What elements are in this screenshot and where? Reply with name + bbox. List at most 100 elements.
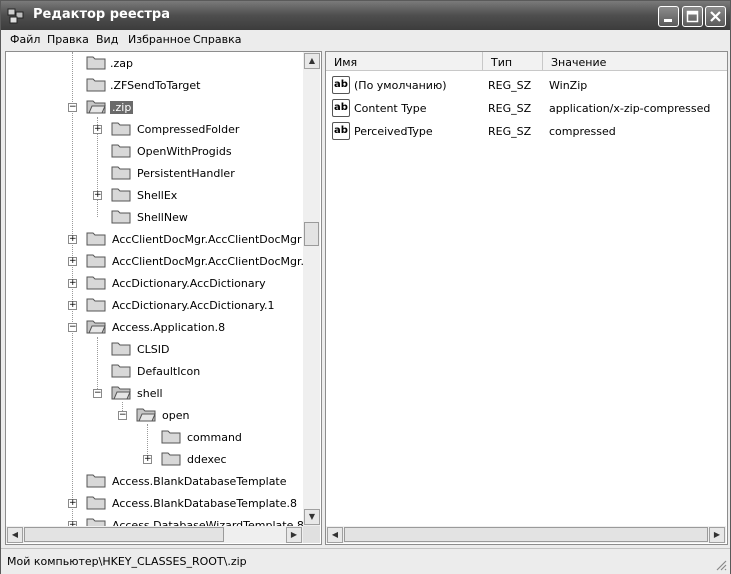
close-icon <box>710 11 721 22</box>
string-value-icon: ab <box>332 122 350 140</box>
folder-icon <box>111 144 131 158</box>
tree-node-label: Access.Application.8 <box>112 321 226 334</box>
resize-grip-icon[interactable] <box>715 559 727 571</box>
value-type: REG_SZ <box>488 125 532 138</box>
column-header-type[interactable]: Тип <box>483 52 543 71</box>
minimize-icon <box>664 19 672 22</box>
scroll-thumb[interactable] <box>304 222 319 246</box>
folder-icon <box>86 276 106 290</box>
folder-icon <box>111 122 131 136</box>
maximize-button[interactable] <box>682 6 703 27</box>
scroll-down-button[interactable]: ▼ <box>304 509 320 525</box>
folder-icon <box>111 364 131 378</box>
open-folder-icon <box>111 386 131 400</box>
menu-edit[interactable]: Правка <box>47 33 89 46</box>
menu-favorites[interactable]: Избранное <box>128 33 190 46</box>
scroll-up-button[interactable]: ▲ <box>304 53 320 69</box>
close-button[interactable] <box>705 6 726 27</box>
folder-icon <box>86 56 106 70</box>
tree-node-label: PersistentHandler <box>137 167 235 180</box>
tree-node-label: .ZFSendToTarget <box>110 79 201 92</box>
value-row[interactable]: ab (По умолчанию) REG_SZ WinZip <box>326 75 726 97</box>
string-value-icon: ab <box>332 76 350 94</box>
value-data: compressed <box>549 125 616 138</box>
values-list[interactable]: Имя Тип Значение ab (По умолчанию) REG_S… <box>325 51 728 545</box>
minimize-button[interactable] <box>658 6 679 27</box>
expand-toggle[interactable]: + <box>68 235 77 244</box>
tree-node-label: ShellEx <box>137 189 178 202</box>
expand-toggle[interactable]: + <box>68 499 77 508</box>
scroll-right-button[interactable]: ▶ <box>286 527 302 543</box>
scroll-thumb[interactable] <box>24 527 224 542</box>
tree-node-label: shell <box>137 387 163 400</box>
open-folder-icon <box>86 100 106 114</box>
column-header-value[interactable]: Значение <box>543 52 727 71</box>
scroll-left-button[interactable]: ◀ <box>327 527 343 543</box>
collapse-toggle[interactable]: − <box>118 411 127 420</box>
scroll-left-button[interactable]: ◀ <box>7 527 23 543</box>
folder-icon <box>86 232 106 246</box>
title-bar[interactable]: Редактор реестра <box>1 1 730 30</box>
tree-horizontal-scrollbar[interactable]: ◀ ▶ <box>6 526 303 543</box>
folder-icon <box>86 496 106 510</box>
scroll-thumb[interactable] <box>344 527 708 542</box>
tree-node-label: DefaultIcon <box>137 365 201 378</box>
string-value-icon: ab <box>332 99 350 117</box>
tree-node-label: CLSID <box>137 343 170 356</box>
menu-bar: Файл Правка Вид Избранное Справка <box>1 31 730 49</box>
value-row[interactable]: ab PerceivedType REG_SZ compressed <box>326 121 726 143</box>
tree-node-label: CompressedFolder <box>137 123 240 136</box>
open-folder-icon <box>136 408 156 422</box>
column-header-name[interactable]: Имя <box>326 52 483 71</box>
tree-node-label: .zap <box>110 57 133 70</box>
open-folder-icon <box>86 320 106 334</box>
folder-icon <box>111 188 131 202</box>
value-name: Content Type <box>354 102 427 115</box>
scroll-right-button[interactable]: ▶ <box>709 527 725 543</box>
value-data: application/x-zip-compressed <box>549 102 711 115</box>
window-title: Редактор реестра <box>33 7 170 22</box>
tree-node-label: ShellNew <box>137 211 188 224</box>
menu-help[interactable]: Справка <box>193 33 241 46</box>
collapse-toggle[interactable]: − <box>93 389 102 398</box>
menu-view[interactable]: Вид <box>96 33 118 46</box>
tree-guide-line <box>72 52 73 526</box>
registry-tree[interactable]: .zap .ZFSendToTarget − .zip + Compressed… <box>5 51 322 545</box>
tree-vertical-scrollbar[interactable]: ▲ ▼ <box>303 52 320 526</box>
tree-node-label: open <box>162 409 190 422</box>
tree-node-label: .zip <box>110 101 134 114</box>
collapse-toggle[interactable]: − <box>68 323 77 332</box>
folder-icon <box>86 78 106 92</box>
tree-node-label: command <box>187 431 242 444</box>
status-bar: Мой компьютер\HKEY_CLASSES_ROOT\.zip <box>1 548 730 574</box>
folder-icon <box>86 474 106 488</box>
folder-icon <box>86 254 106 268</box>
expand-toggle[interactable]: + <box>68 279 77 288</box>
regedit-window: Редактор реестра Файл Правка Вид Избранн… <box>0 0 731 574</box>
value-type: REG_SZ <box>488 102 532 115</box>
folder-icon <box>111 342 131 356</box>
registry-editor-icon <box>7 8 24 24</box>
expand-toggle[interactable]: + <box>93 125 102 134</box>
tree-node-label: AccDictionary.AccDictionary <box>112 277 266 290</box>
tree-node-label: AccClientDocMgr.AccClientDocMgr.1 <box>112 255 312 268</box>
value-type: REG_SZ <box>488 79 532 92</box>
status-path: Мой компьютер\HKEY_CLASSES_ROOT\.zip <box>7 555 247 568</box>
expand-toggle[interactable]: + <box>143 455 152 464</box>
value-row[interactable]: ab Content Type REG_SZ application/x-zip… <box>326 98 726 120</box>
expand-toggle[interactable]: + <box>68 301 77 310</box>
folder-icon <box>111 166 131 180</box>
collapse-toggle[interactable]: − <box>68 103 77 112</box>
scroll-corner <box>303 526 320 543</box>
menu-file[interactable]: Файл <box>10 33 40 46</box>
expand-toggle[interactable]: + <box>93 191 102 200</box>
maximize-icon <box>686 10 699 23</box>
list-horizontal-scrollbar[interactable]: ◀ ▶ <box>326 526 726 543</box>
folder-icon <box>86 298 106 312</box>
value-name: PerceivedType <box>354 125 433 138</box>
folder-icon <box>111 210 131 224</box>
tree-node-label: AccDictionary.AccDictionary.1 <box>112 299 275 312</box>
folder-icon <box>161 452 181 466</box>
tree-node-label: OpenWithProgids <box>137 145 232 158</box>
expand-toggle[interactable]: + <box>68 257 77 266</box>
